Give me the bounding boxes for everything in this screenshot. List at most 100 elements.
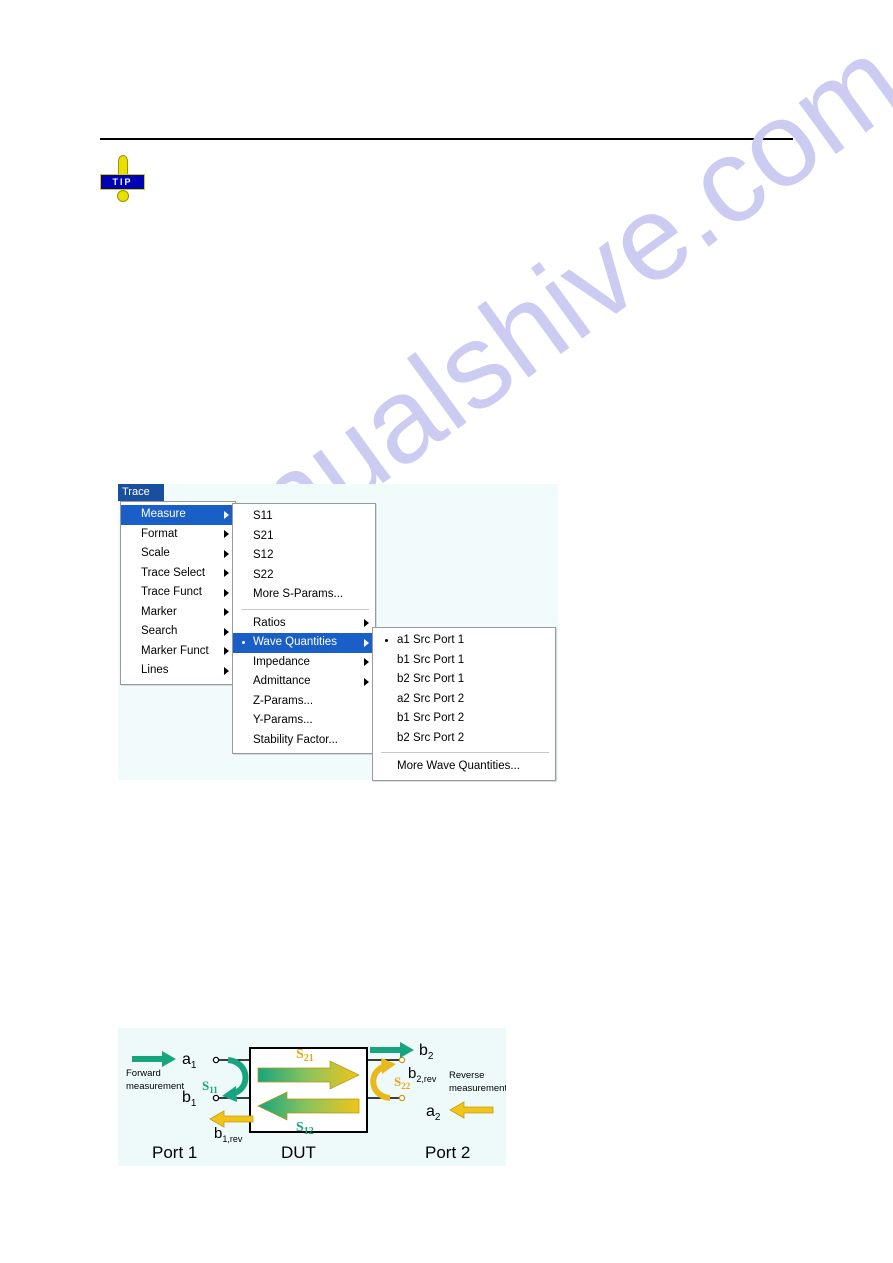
menu-item-label: Format — [141, 527, 178, 540]
menu-item-label: Search — [141, 625, 178, 637]
menu-item-level2-s12[interactable]: S12 — [233, 546, 375, 566]
menu-item-level2-ratios[interactable]: Ratios — [233, 614, 375, 634]
label-b1: b1 — [182, 1089, 197, 1109]
page-header-rule — [100, 138, 793, 140]
menu-item-level1-scale[interactable]: Scale — [121, 544, 235, 564]
port2-node-bottom — [398, 1094, 406, 1102]
label-reverse-measurement-line2: measurement — [449, 1083, 506, 1094]
menu-item-level2-s22[interactable]: S22 — [233, 566, 375, 586]
menu-item-label: S11 — [253, 510, 273, 522]
menu-item-label: Trace Funct — [141, 586, 202, 598]
menu-item-label: Z-Params... — [253, 694, 314, 707]
menu-item-level3-more-wave-quantities[interactable]: More Wave Quantities... — [373, 757, 555, 777]
menu-item-level2-admittance[interactable]: Admittance — [233, 672, 375, 692]
label-b2-rev: b2,rev — [408, 1065, 437, 1084]
submenu-chevron-right-icon — [224, 608, 229, 617]
menu-item-level2-stability-factor[interactable]: Stability Factor... — [233, 731, 375, 751]
menu-item-level3-b1-src-port-2[interactable]: b1 Src Port 2 — [373, 709, 555, 729]
menu-item-label: S22 — [253, 568, 274, 581]
menu-item-level1-marker-funct[interactable]: Marker Funct — [121, 642, 235, 662]
label-forward-measurement-line1: Forward — [126, 1068, 161, 1079]
arrow-a2 — [449, 1101, 494, 1119]
menu-panel-level2-measure: S11 S21 S12 S22 More S-Params... Ratios Wave Q… — [232, 503, 376, 754]
menu-item-level2-s11[interactable]: S11 — [233, 507, 375, 527]
submenu-chevron-right-icon — [364, 638, 369, 647]
tip-label: TIP — [112, 177, 133, 187]
menu-item-level3-b2-src-port-2[interactable]: b2 Src Port 2 — [373, 729, 555, 749]
menu-item-level2-impedance[interactable]: Impedance — [233, 653, 375, 673]
menu-item-label: a2 Src Port 2 — [397, 692, 465, 705]
submenu-chevron-right-icon — [224, 627, 229, 636]
menu-item-level1-format[interactable]: Format — [121, 525, 235, 545]
submenu-chevron-right-icon — [364, 619, 369, 628]
menu-separator — [381, 752, 549, 753]
label-dut: DUT — [281, 1143, 316, 1162]
submenu-chevron-right-icon — [224, 666, 229, 675]
menu-item-level3-b2-src-port-1[interactable]: b2 Src Port 1 — [373, 670, 555, 690]
arrow-b2 — [370, 1042, 414, 1058]
menu-item-level1-trace-funct[interactable]: Trace Funct — [121, 583, 235, 603]
arrow-s22-reflection — [370, 1058, 396, 1101]
label-a1: a1 — [182, 1051, 197, 1071]
menu-item-label: Lines — [141, 664, 169, 676]
menu-item-label: Impedance — [253, 655, 310, 668]
submenu-chevron-right-icon — [224, 569, 229, 578]
menu-item-level3-a1-src-port-1[interactable]: a1 Src Port 1 — [373, 631, 555, 651]
label-forward-measurement-line2: measurement — [126, 1081, 184, 1092]
label-s11: S11 — [202, 1078, 218, 1095]
menu-item-label: a1 Src Port 1 — [397, 634, 465, 646]
submenu-chevron-right-icon — [224, 530, 229, 539]
menu-item-label: S21 — [253, 529, 274, 542]
menu-item-label: More S-Params... — [253, 588, 344, 600]
menu-item-label: Wave Quantities — [253, 636, 337, 648]
menu-item-level3-b1-src-port-1[interactable]: b1 Src Port 1 — [373, 651, 555, 671]
tip-icon: TIP — [100, 155, 145, 205]
tip-exclamation-dot — [117, 190, 129, 202]
menu-item-label: Measure — [141, 508, 186, 520]
menu-panel-level1: Measure Format Scale Trace Select Trace Func… — [120, 501, 236, 685]
menu-item-label: S12 — [253, 549, 274, 561]
menu-separator — [241, 608, 369, 610]
menu-item-level2-z-params[interactable]: Z-Params... — [233, 692, 375, 712]
menu-item-level1-trace-select[interactable]: Trace Select — [121, 564, 235, 584]
menu-item-bullet-icon — [385, 639, 388, 643]
menu-item-level2-more-s-params[interactable]: More S-Params... — [233, 585, 375, 605]
arrow-a1 — [132, 1051, 176, 1067]
menu-item-label: Trace Select — [141, 566, 206, 579]
menu-root-tab-trace[interactable]: Trace — [118, 484, 164, 501]
submenu-chevron-right-icon — [224, 588, 229, 597]
submenu-chevron-right-icon — [224, 647, 229, 656]
label-b2: b2 — [419, 1042, 434, 1062]
label-port-2: Port 2 — [425, 1143, 470, 1162]
port1-node-bottom — [212, 1094, 220, 1102]
submenu-chevron-right-icon — [364, 677, 369, 686]
port1-node-top — [212, 1056, 220, 1064]
menu-item-label: b2 Src Port 1 — [397, 673, 465, 685]
menu-item-label: Stability Factor... — [253, 733, 339, 746]
menu-item-label: Scale — [141, 547, 170, 559]
menu-item-label: b2 Src Port 2 — [397, 731, 465, 744]
submenu-chevron-right-icon — [224, 510, 229, 519]
label-a2: a2 — [426, 1103, 441, 1123]
menu-item-level1-search[interactable]: Search — [121, 622, 235, 642]
menu-item-level1-lines[interactable]: Lines — [121, 661, 235, 681]
menu-item-label: b1 Src Port 2 — [397, 712, 465, 724]
menu-item-level2-s21[interactable]: S21 — [233, 527, 375, 547]
menu-item-level2-y-params[interactable]: Y-Params... — [233, 711, 375, 731]
menu-item-level2-wave-quantities[interactable]: Wave Quantities — [233, 633, 375, 653]
menu-item-label: Ratios — [253, 616, 286, 629]
menu-item-label: Marker — [141, 605, 177, 618]
menu-item-level3-a2-src-port-2[interactable]: a2 Src Port 2 — [373, 690, 555, 710]
arrow-s11-reflection — [222, 1057, 249, 1102]
submenu-chevron-right-icon — [364, 658, 369, 667]
menu-item-level1-measure[interactable]: Measure — [121, 505, 235, 525]
submenu-chevron-right-icon — [224, 549, 229, 558]
port2-node-top — [398, 1056, 406, 1064]
menu-item-label: More Wave Quantities... — [397, 760, 520, 772]
menu-item-level1-marker[interactable]: Marker — [121, 603, 235, 623]
label-port-1: Port 1 — [152, 1143, 197, 1162]
menu-item-label: Y-Params... — [253, 714, 313, 726]
label-reverse-measurement-line1: Reverse — [449, 1070, 484, 1081]
tip-banner: TIP — [100, 174, 145, 190]
menu-panel-level3-wave-quantities: a1 Src Port 1 b1 Src Port 1 b2 Src Port 1 a… — [372, 627, 556, 781]
